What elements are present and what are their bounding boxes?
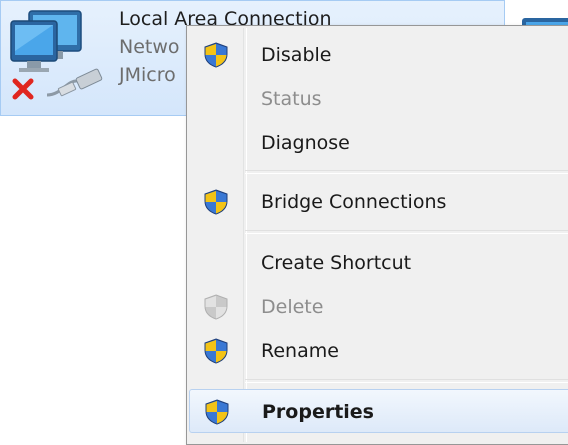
menu-item-label: Create Shortcut — [261, 252, 412, 274]
menu-item-label: Properties — [262, 401, 374, 423]
uac-shield-icon — [204, 294, 228, 320]
menu-item-label: Bridge Connections — [261, 191, 447, 213]
context-menu: Disable Status Diagnose Bridge Connectio… — [186, 25, 568, 445]
uac-shield-icon — [205, 399, 229, 425]
menu-item-status[interactable]: Status — [189, 77, 568, 121]
menu-item-bridge-connections[interactable]: Bridge Connections — [189, 180, 568, 224]
menu-item-label: Disable — [261, 44, 332, 66]
uac-shield-icon — [204, 42, 228, 68]
menu-item-label: Status — [261, 88, 322, 110]
menu-separator — [245, 230, 568, 234]
menu-item-create-shortcut[interactable]: Create Shortcut — [189, 241, 568, 285]
menu-item-disable[interactable]: Disable — [189, 33, 568, 77]
menu-separator — [245, 379, 568, 383]
uac-shield-icon — [204, 338, 228, 364]
menu-item-rename[interactable]: Rename — [189, 329, 568, 373]
menu-separator — [245, 170, 568, 174]
menu-item-label: Rename — [261, 340, 339, 362]
menu-item-label: Delete — [261, 296, 324, 318]
menu-item-properties[interactable]: Properties — [189, 389, 568, 433]
menu-item-delete[interactable]: Delete — [189, 285, 568, 329]
uac-shield-icon — [204, 189, 228, 215]
disconnected-x-icon — [12, 78, 34, 100]
menu-item-diagnose[interactable]: Diagnose — [189, 121, 568, 165]
menu-item-label: Diagnose — [261, 132, 350, 154]
